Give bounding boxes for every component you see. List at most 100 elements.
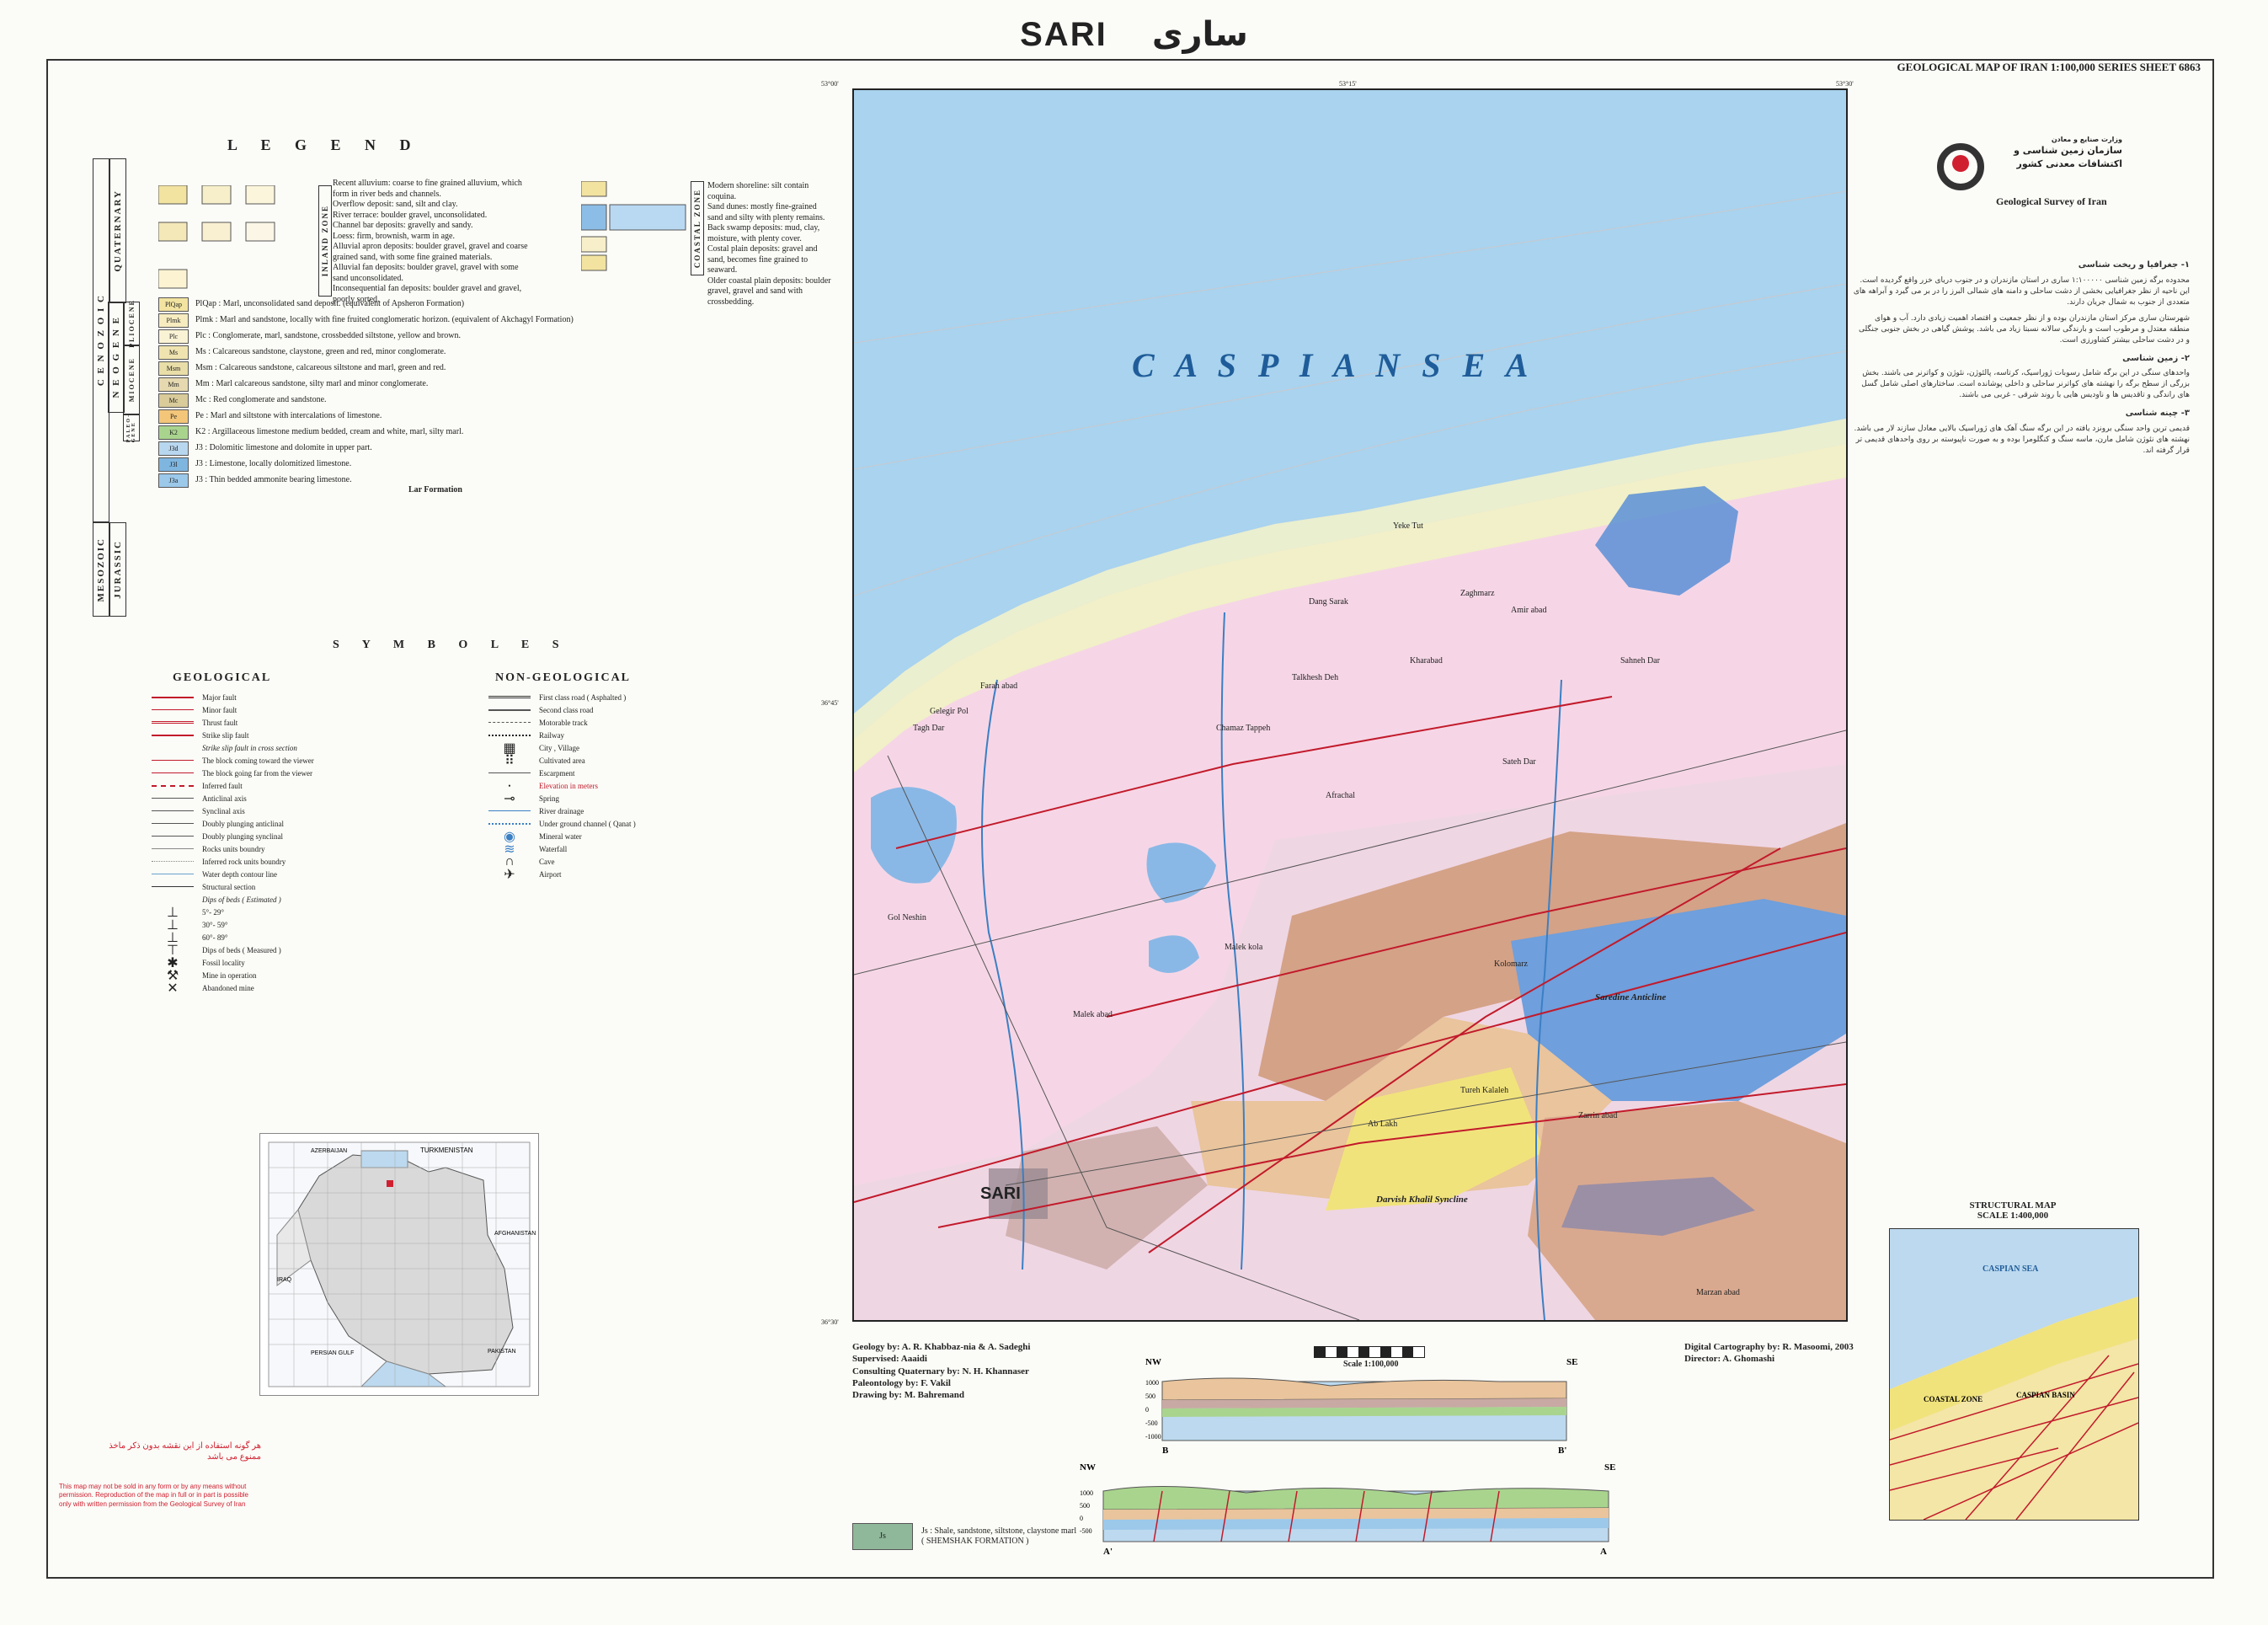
section-b-left-dir: NW	[1145, 1357, 1161, 1367]
index-label-iraq: IRAQ	[277, 1277, 292, 1283]
section-a-elev-1: 500	[1080, 1502, 1090, 1510]
index-label-persian-gulf: PERSIAN GULF	[311, 1350, 354, 1356]
unit-swatch-msm: Msm	[158, 361, 189, 376]
thrust-fault-line-icon	[152, 721, 194, 724]
unit-row-pe: Pe Pe : Marl and siltstone with intercala…	[158, 409, 579, 425]
sym-doubly-anticlinal-label: Doubly plunging anticlinal	[202, 819, 284, 828]
coastal-swatches-svg	[580, 180, 686, 271]
sym-strike-slip: Strike slip fault	[152, 729, 371, 741]
sym-abandoned-mine: ✕ Abandoned mine	[152, 981, 371, 996]
nongeological-symbols-heading: NON-GEOLOGICAL	[495, 671, 632, 684]
section-a-right-label: A	[1600, 1547, 1607, 1557]
coastal-zone-label: COASTAL ZONE	[693, 188, 702, 269]
credits-left: Geology by: A. R. Khabbaz-nia & A. Sadeg…	[852, 1341, 1030, 1401]
index-map-svg: TURKMENISTAN AZERBAIJAN IRAQ AFGHANISTAN…	[268, 1141, 536, 1387]
agency-block: وزارت صنایع و معادن سازمان زمین شناسی و …	[1937, 135, 2122, 227]
unit-row-plqap: PlQap PlQap : Marl, unconsolidated sand d…	[158, 297, 579, 313]
credits-right: Digital Cartography by: R. Masoomi, 2003…	[1684, 1341, 1854, 1366]
legend-neogene-tab-stack: N E O G E N E	[108, 302, 125, 413]
copyright-notice-en: This map may not be sold in any form or …	[59, 1483, 248, 1508]
gsi-logo-icon	[1937, 143, 1984, 190]
legend-mesozoic-tabs: MESOZOIC JURASSIC	[93, 522, 126, 617]
quaternary-coastal-descriptions: Modern shoreline: silt contain coquina. …	[707, 181, 834, 307]
series-note: GEOLOGICAL MAP OF IRAN 1:100,000 SERIES …	[1897, 61, 2201, 73]
strike-slip-line-icon	[152, 734, 194, 736]
unit-swatch-plmk: Plmk	[158, 313, 189, 328]
geological-symbols-heading: GEOLOGICAL	[173, 671, 272, 684]
escarpment-icon	[488, 772, 531, 773]
sym-river-label: River drainage	[539, 806, 584, 815]
place-marzan-abad: Marzan abad	[1696, 1288, 1740, 1297]
quaternary-swatches-svg	[157, 184, 275, 289]
place-saredine-anticline: Saredine Anticline	[1595, 992, 1666, 1002]
place-malek-kola: Malek kola	[1225, 943, 1263, 952]
geological-symbols-list: Major fault Minor fault Thrust fault Str…	[152, 691, 371, 996]
place-gol-neshin: Gol Neshin	[888, 913, 926, 922]
period-quaternary-tab: QUATERNARY	[109, 158, 126, 303]
unit-text-plqap: PlQap : Marl, unconsolidated sand deposi…	[195, 299, 465, 309]
credit-drawing: Drawing by: M. Bahremand	[852, 1390, 965, 1401]
section-b-right-dir: SE	[1566, 1357, 1577, 1367]
shemshak-text-block: Js : Shale, sandstone, siltstone, clayst…	[921, 1526, 1076, 1547]
abandoned-mine-icon: ✕	[167, 981, 179, 996]
coastal-zone-tab: COASTAL ZONE	[691, 181, 704, 275]
credit-cartography: Digital Cartography by: R. Masoomi, 2003	[1684, 1342, 1854, 1352]
section-a-right-dir: SE	[1604, 1462, 1615, 1473]
sym-doubly-synclinal: Doubly plunging synclinal	[152, 830, 371, 842]
section-a-left-dir: NW	[1080, 1462, 1096, 1473]
place-afrachal: Afrachal	[1326, 791, 1355, 800]
era-cenozoic-tab: C E N O Z O I C	[93, 158, 109, 522]
structural-map: CASPIAN SEA COASTAL ZONE CASPIAN BASIN	[1889, 1228, 2139, 1521]
section-b-elev-1: 500	[1145, 1392, 1155, 1400]
epoch-miocene-label: MIOCENE	[127, 357, 136, 403]
section-b-left-label: B	[1162, 1446, 1169, 1456]
credit-quaternary: Consulting Quaternary by: N. H. Khannase…	[852, 1366, 1029, 1376]
section-a-elev-3: -500	[1080, 1527, 1092, 1535]
unit-row-msm: Msm Msm : Calcareous sandstone, calcareou…	[158, 361, 579, 377]
index-label-afghanistan: AFGHANISTAN	[494, 1231, 536, 1237]
place-tureh-kalaleh: Tureh Kalaleh	[1460, 1086, 1508, 1095]
era-mesozoic-tab: MESOZOIC	[93, 522, 109, 617]
text-body-2: شهرستان ساری مرکز استان مازندران بوده و …	[1858, 313, 2190, 345]
sym-block-away-label: The block going far from the viewer	[202, 768, 312, 778]
sym-rock-boundary: Rocks units boundry	[152, 842, 371, 855]
sym-thrust-fault: Thrust fault	[152, 716, 371, 729]
map-title: SARI ساری	[0, 15, 2268, 54]
unit-text-msm: Msm : Calcareous sandstone, calcareous s…	[195, 363, 446, 373]
cross-section-a-svg: NW SE A' A 1000 500 0 -500	[1080, 1462, 1615, 1557]
unit-swatch-ms: Ms	[158, 345, 189, 360]
sym-cave-label: Cave	[539, 857, 555, 866]
nongeological-symbols-list: First class road ( Asphalted ) Second cl…	[488, 691, 707, 882]
coord-bottom-left: 36°30'	[821, 1318, 839, 1326]
sym-inferred-boundary: Inferred rock units boundry	[152, 855, 371, 868]
period-jurassic-tab: JURASSIC	[109, 522, 126, 617]
sym-city-label: City , Village	[539, 743, 580, 752]
place-ab-lakh: Ab Lakh	[1368, 1120, 1397, 1129]
unit-swatch-mm: Mm	[158, 377, 189, 392]
sym-major-fault: Major fault	[152, 691, 371, 703]
section-b-elev-0: 1000	[1145, 1379, 1159, 1387]
sym-minor-fault: Minor fault	[152, 703, 371, 716]
unit-text-j3d: J3 : Dolomitic limestone and dolomite in…	[195, 443, 372, 453]
sym-structural-section-label: Structural section	[202, 882, 256, 891]
q-coastal-3: Back swamp deposits: mud, clay, moisture…	[707, 223, 820, 243]
sym-abandoned-mine-label: Abandoned mine	[202, 983, 254, 992]
shemshak-swatch: Js	[852, 1523, 913, 1550]
sym-airport: ✈ Airport	[488, 868, 707, 882]
q-inland-3: River terrace: boulder gravel, unconsoli…	[333, 210, 488, 220]
river-icon	[488, 810, 531, 811]
unit-row-ms: Ms Ms : Calcareous sandstone, claystone, …	[158, 345, 579, 361]
sym-rock-boundary-label: Rocks units boundry	[202, 844, 265, 853]
spring-icon: ⊸	[504, 791, 515, 806]
q-inland-1: Recent alluvium: coarse to fine grained …	[333, 179, 522, 199]
epoch-miocene-tab: MIOCENE	[123, 345, 140, 414]
place-yeke-tut: Yeke Tut	[1393, 521, 1423, 531]
section-a-left-label: A'	[1103, 1547, 1113, 1557]
structural-section-icon	[152, 886, 194, 887]
unit-row-mc: Mc Mc : Red conglomerate and sandstone.	[158, 393, 579, 409]
text-head-4: ۳- چینه شناسی	[2125, 409, 2190, 419]
credit-supervised: Supervised: Aaaidi	[852, 1354, 927, 1365]
period-neogene-label: N E O G E N E	[111, 316, 121, 398]
inland-zone-tab: INLAND ZONE	[318, 185, 332, 297]
agency-fa-2: سازمان زمین شناسی و	[2014, 145, 2122, 157]
